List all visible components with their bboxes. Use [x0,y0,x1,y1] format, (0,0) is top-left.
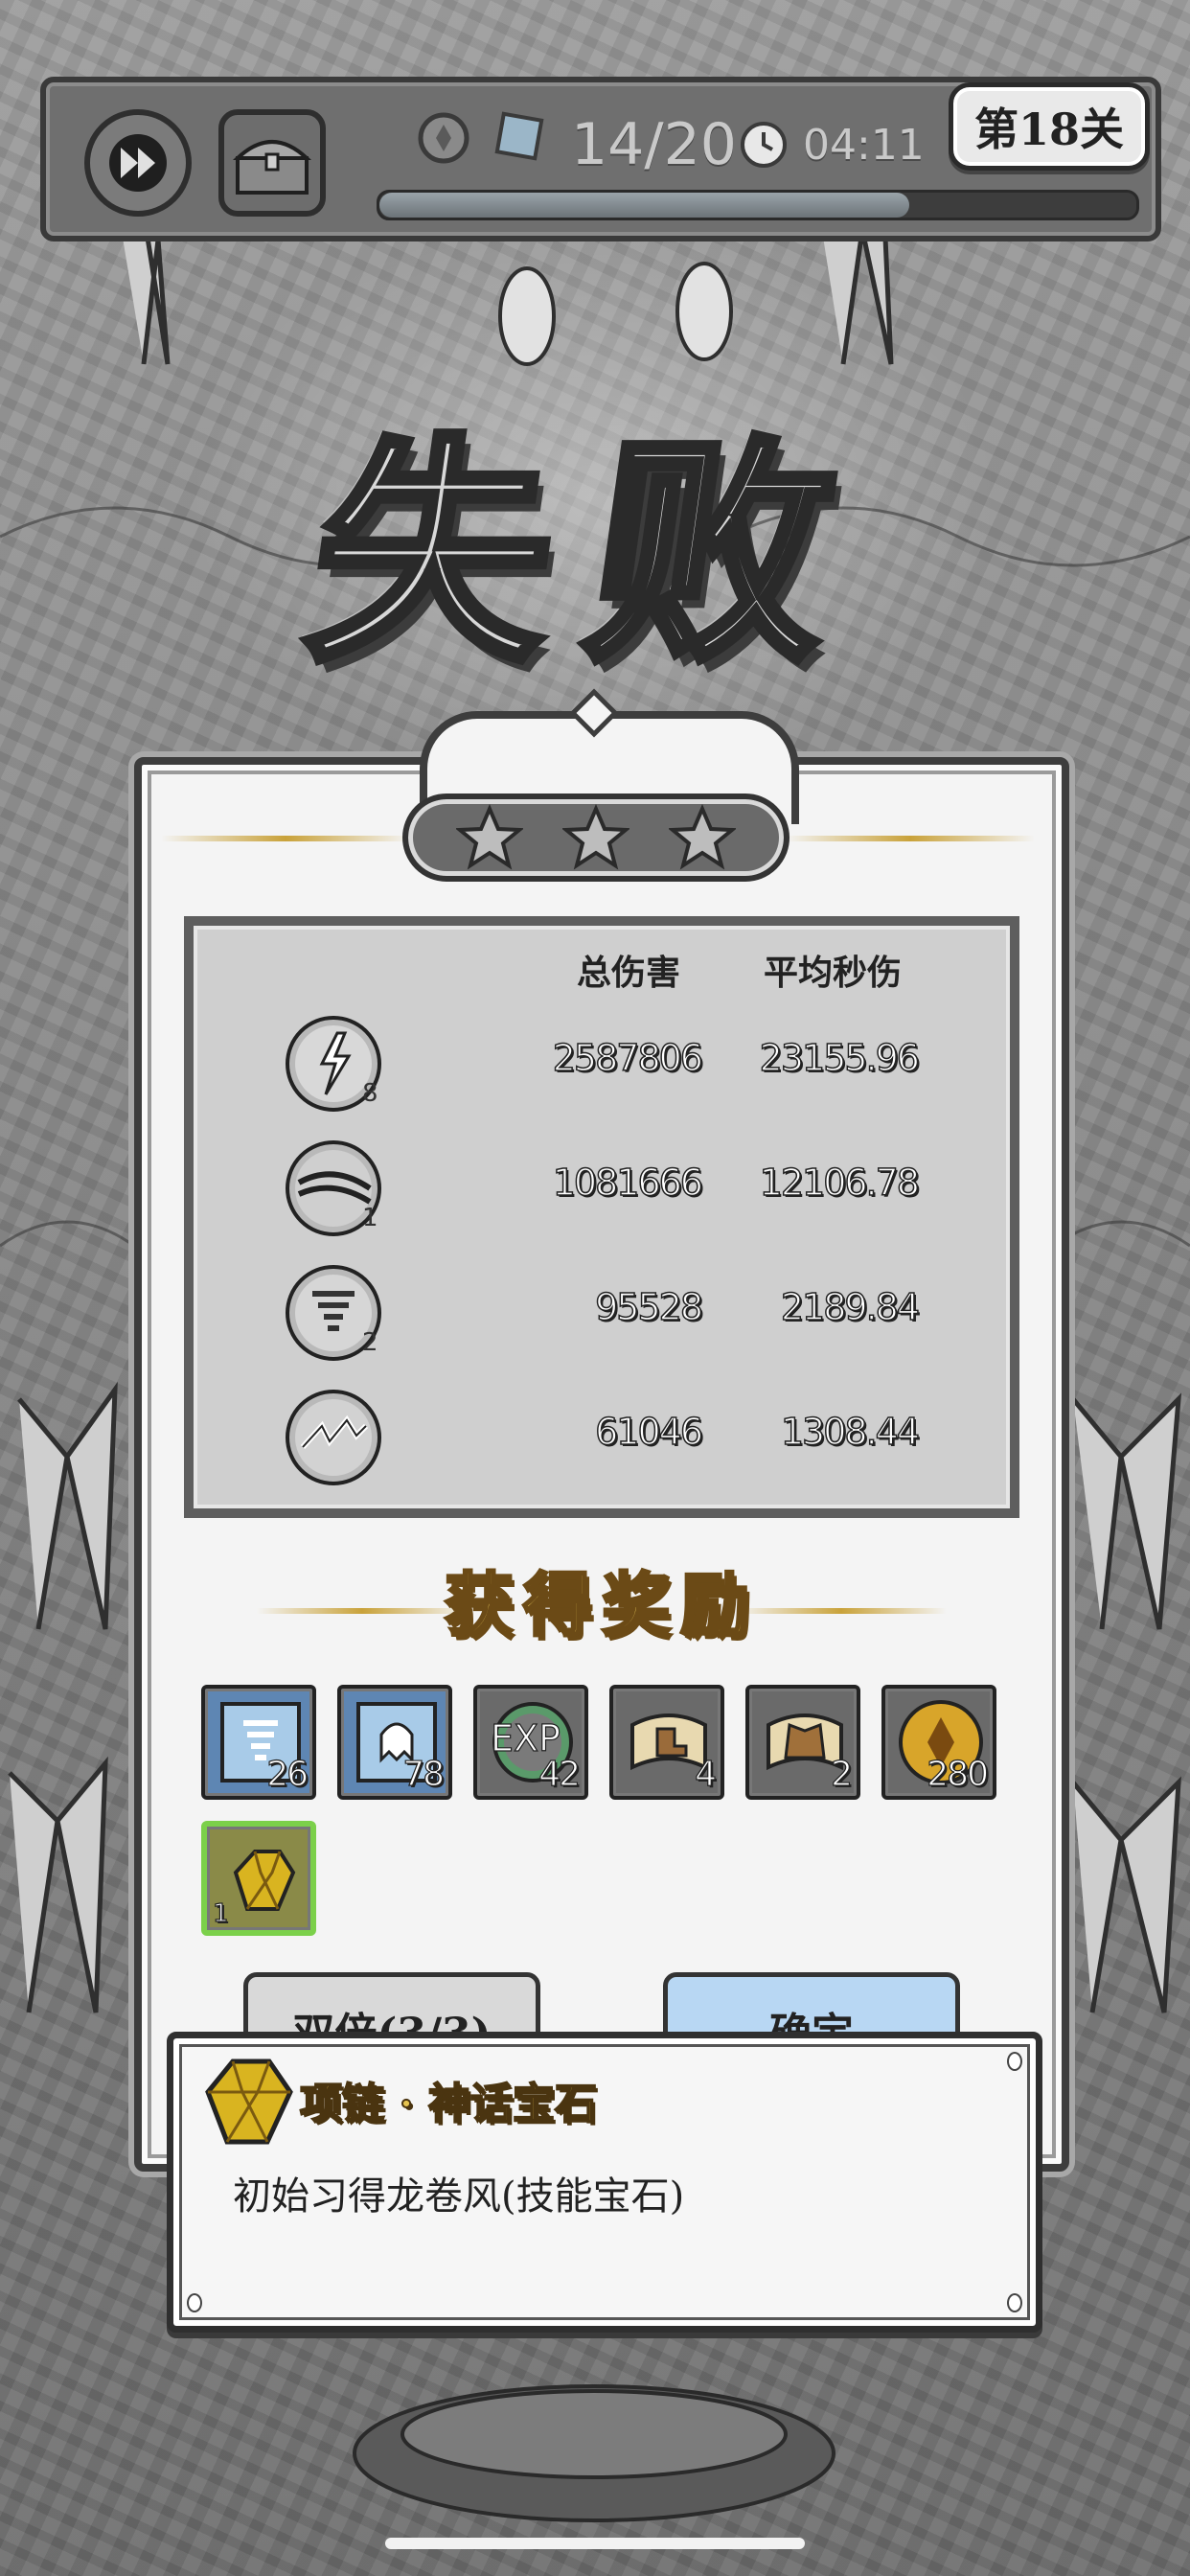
total-damage-value: 61046 [594,1410,703,1454]
item-tooltip: 项链 · 神话宝石 初始习得龙卷风(技能宝石) [167,2032,1042,2333]
star-icon [561,804,629,870]
gold-divider-right [786,836,1035,841]
reward-quantity: 280 [927,1754,990,1794]
total-damage-value: 2587806 [552,1036,704,1080]
average-dps-value: 23155.96 [759,1036,921,1080]
corner-rivet [187,2293,202,2312]
treasure-chest-button[interactable] [218,109,326,217]
reward-quantity: 42 [538,1754,582,1794]
clock-icon [741,122,787,168]
reward-item-selected[interactable]: 1 [201,1821,316,1936]
star-rating [402,794,790,882]
skill-level: 8 [362,1079,378,1108]
chain-lightning-orb-icon [286,1390,381,1485]
skill-level: 1 [362,1204,378,1232]
corner-rivet [1007,2052,1022,2071]
damage-row: 8 2587806 23155.96 [194,1012,1010,1127]
damage-stats-table: 总伤害 平均秒伤 8 2587806 23155.96 1 1081666 12… [184,916,1019,1518]
average-dps-value: 2189.84 [780,1285,921,1329]
reward-item[interactable]: 78 [337,1685,452,1800]
star-icon [668,804,736,870]
gem-icon [494,111,544,161]
diamond-ornament [569,688,619,738]
total-damage-value: 95528 [594,1285,703,1329]
reward-item[interactable]: 26 [201,1685,316,1800]
fast-forward-button[interactable] [84,109,192,217]
battle-result-panel: 总伤害 平均秒伤 8 2587806 23155.96 1 1081666 12… [134,688,1069,2172]
stage-timer: 04:11 [803,121,925,170]
average-dps-value: 12106.78 [759,1161,921,1205]
exp-label: EXP [490,1716,561,1760]
reward-item[interactable]: 4 [609,1685,724,1800]
tooltip-title: 项链 · 神话宝石 [299,2079,598,2129]
average-dps-value: 1308.44 [780,1410,921,1454]
reward-quantity: 78 [402,1754,446,1794]
mythic-gem-necklace-icon [233,1850,296,1911]
damage-row: 61046 1308.44 [194,1386,1010,1501]
reward-quantity: 4 [694,1754,717,1794]
reward-item[interactable]: EXP 42 [473,1685,588,1800]
star-icon [456,804,524,870]
home-indicator[interactable] [385,2538,805,2549]
gold-coin-icon [418,112,469,164]
tooltip-description: 初始习得龙卷风(技能宝石) [233,2174,685,2219]
reward-item[interactable]: 280 [881,1685,996,1800]
defeat-title: 失败 [290,408,893,698]
reward-item[interactable]: 2 [745,1685,860,1800]
mythic-gem-icon [205,2058,293,2145]
wave-counter: 14/20 [571,111,737,178]
total-damage-value: 1081666 [552,1161,704,1205]
stage-number-badge: 第18关 [949,82,1150,171]
treasure-chest-icon [232,140,312,195]
reward-quantity: 1 [212,1898,229,1928]
damage-row: 2 95528 2189.84 [194,1261,1010,1376]
gold-divider-left [161,836,410,841]
wave-progress-fill [379,193,909,218]
fast-forward-icon [109,134,167,192]
reward-quantity: 26 [266,1754,309,1794]
column-header-average-dps: 平均秒伤 [764,953,903,993]
skill-level: 2 [362,1328,378,1357]
corner-rivet [1007,2293,1022,2312]
wave-progress-bar [377,190,1139,220]
damage-row: 1 1081666 12106.78 [194,1137,1010,1252]
column-header-total-damage: 总伤害 [577,953,681,993]
rewards-title: 获得奖励 [443,1563,759,1647]
reward-quantity: 2 [830,1754,853,1794]
